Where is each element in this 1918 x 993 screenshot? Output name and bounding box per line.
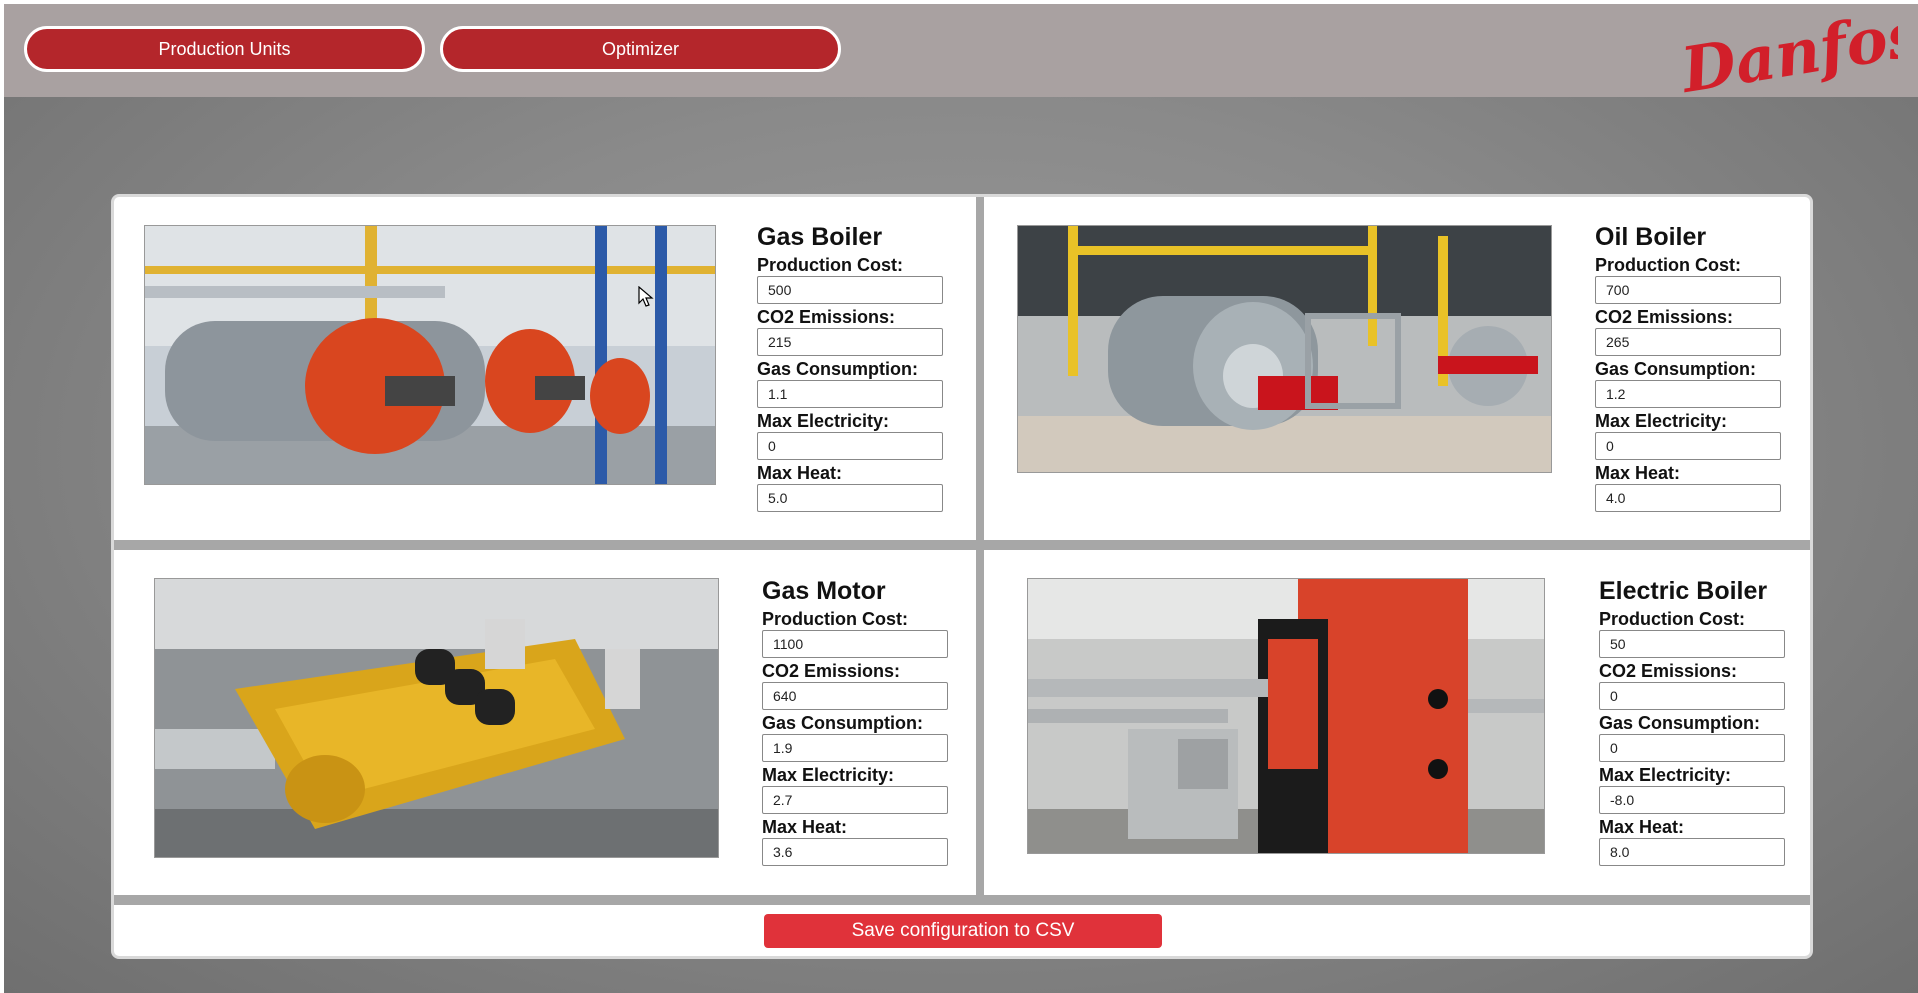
production-cost-input[interactable] [1599,630,1785,658]
gas-consumption-input[interactable] [1599,734,1785,762]
unit-title: Oil Boiler [1595,223,1707,251]
max-electricity-label: Max Electricity: [1595,411,1728,431]
gas-motor-details: Gas Motor Production Cost: CO2 Emissions… [762,576,952,868]
unit-title: Electric Boiler [1599,577,1768,605]
gas-consumption-label: Gas Consumption: [757,359,918,379]
app-window: Production Units Optimizer Danfoss Gas B… [4,4,1918,993]
co2-emissions-label: CO2 Emissions: [1595,307,1734,327]
production-cost-label: Production Cost: [757,255,903,275]
max-heat-label: Max Heat: [1595,463,1681,483]
max-heat-input[interactable] [1599,838,1785,866]
oil-boiler-details: Oil Boiler Production Cost: CO2 Emission… [1595,222,1785,514]
gas-boiler-image [144,225,716,485]
mouse-cursor-icon [638,286,654,307]
gas-consumption-input[interactable] [762,734,948,762]
max-heat-label: Max Heat: [1599,817,1685,837]
production-cost-input[interactable] [757,276,943,304]
co2-emissions-input[interactable] [1595,328,1781,356]
max-electricity-input[interactable] [1599,786,1785,814]
production-cost-input[interactable] [1595,276,1781,304]
gas-consumption-input[interactable] [1595,380,1781,408]
gas-consumption-label: Gas Consumption: [762,713,923,733]
electric-boiler-image [1027,578,1545,854]
production-cost-input[interactable] [762,630,948,658]
max-electricity-input[interactable] [1595,432,1781,460]
top-navigation-bar: Production Units Optimizer Danfoss [4,4,1918,98]
optimizer-button[interactable]: Optimizer [440,26,841,72]
oil-boiler-image [1017,225,1552,473]
max-heat-label: Max Heat: [762,817,848,837]
max-heat-input[interactable] [1595,484,1781,512]
production-cost-label: Production Cost: [1599,609,1745,629]
horizontal-divider [114,895,1810,905]
unit-title: Gas Boiler [757,223,883,251]
co2-emissions-label: CO2 Emissions: [1599,661,1738,681]
max-electricity-label: Max Electricity: [1599,765,1732,785]
save-configuration-button[interactable]: Save configuration to CSV [764,914,1162,948]
production-units-panel: Gas Boiler Production Cost: CO2 Emission… [111,194,1813,959]
co2-emissions-label: CO2 Emissions: [757,307,896,327]
max-electricity-label: Max Electricity: [762,765,895,785]
svg-text:Danfoss: Danfoss [1676,10,1898,98]
max-heat-input[interactable] [762,838,948,866]
max-electricity-label: Max Electricity: [757,411,890,431]
co2-emissions-label: CO2 Emissions: [762,661,901,681]
co2-emissions-input[interactable] [762,682,948,710]
horizontal-divider [114,540,1810,550]
gas-boiler-details: Gas Boiler Production Cost: CO2 Emission… [757,222,947,514]
max-electricity-input[interactable] [757,432,943,460]
danfoss-logo: Danfoss [1676,10,1898,98]
max-electricity-input[interactable] [762,786,948,814]
gas-consumption-input[interactable] [757,380,943,408]
unit-title: Gas Motor [762,577,886,605]
electric-boiler-details: Electric Boiler Production Cost: CO2 Emi… [1599,576,1789,868]
gas-consumption-label: Gas Consumption: [1595,359,1756,379]
gas-consumption-label: Gas Consumption: [1599,713,1760,733]
production-cost-label: Production Cost: [1595,255,1741,275]
max-heat-input[interactable] [757,484,943,512]
production-cost-label: Production Cost: [762,609,908,629]
gas-motor-image [154,578,719,858]
max-heat-label: Max Heat: [757,463,843,483]
production-units-button[interactable]: Production Units [24,26,425,72]
co2-emissions-input[interactable] [757,328,943,356]
co2-emissions-input[interactable] [1599,682,1785,710]
